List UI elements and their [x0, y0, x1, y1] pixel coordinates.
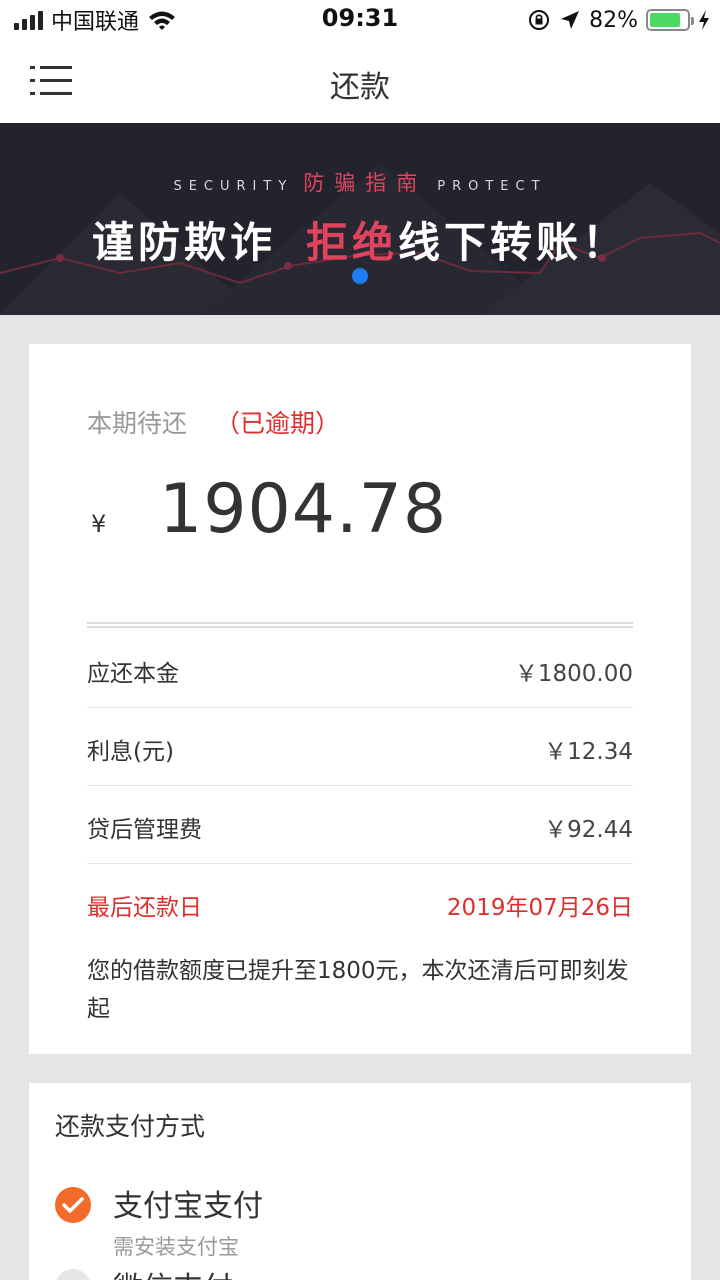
battery-icon — [646, 9, 694, 31]
row-value: ￥12.34 — [544, 739, 633, 765]
banner-main-tail: 线下转账！ — [398, 218, 629, 267]
status-bar: 中国联通 09:31 82% — [0, 0, 720, 40]
banner-sub-right: PROTECT — [437, 179, 547, 194]
carousel-indicator[interactable] — [352, 268, 368, 284]
credit-note: 您的借款额度已提升至1800元，本次还清后可即刻发起 — [87, 958, 629, 1022]
due-date-value: 2019年07月26日 — [446, 895, 633, 921]
charging-icon — [699, 10, 709, 30]
row-label: 应还本金 — [87, 661, 179, 687]
battery-percent: 82% — [589, 7, 638, 33]
row-label: 利息(元) — [87, 739, 174, 765]
row-value: ￥1800.00 — [514, 661, 633, 687]
nav-bar: 还款 — [0, 40, 720, 123]
due-amount: 1904.78 — [159, 470, 448, 549]
bill-card: 本期待还 （已逾期） ¥ 1904.78 应还本金 ￥1800.00 利息(元)… — [29, 344, 691, 1054]
banner-highlight: 拒绝 — [305, 218, 398, 267]
page-title: 还款 — [330, 70, 390, 105]
overdue-badge: （已逾期） — [215, 409, 341, 438]
bill-row-fee: 贷后管理费 ￥92.44 — [87, 786, 633, 864]
row-value: ￥92.44 — [544, 817, 633, 843]
check-icon[interactable] — [55, 1187, 91, 1223]
alipay-option[interactable]: 支付宝支付 — [113, 1181, 263, 1225]
payment-card: 还款支付方式 支付宝支付 需安装支付宝 微信支付 — [29, 1083, 691, 1280]
bill-row-principal: 应还本金 ￥1800.00 — [87, 630, 633, 708]
banner-main-text: 谨防欺诈 — [91, 218, 276, 267]
banner-sub-cn: 防骗指南 — [303, 171, 428, 195]
alipay-desc: 需安装支付宝 — [113, 1235, 239, 1259]
banner-sub-left: SECURITY — [173, 179, 294, 194]
wechat-option[interactable]: 微信支付 — [113, 1263, 233, 1280]
bill-row-interest: 利息(元) ￥12.34 — [87, 708, 633, 786]
bill-row-due-date: 最后还款日 2019年07月26日 — [87, 864, 633, 942]
row-label: 贷后管理费 — [87, 817, 202, 843]
location-icon — [561, 11, 580, 29]
security-banner[interactable]: SECURITY 防骗指南 PROTECT 谨防欺诈 拒绝线下转账！ — [0, 123, 720, 315]
payment-title: 还款支付方式 — [55, 1112, 206, 1141]
due-date-label: 最后还款日 — [87, 895, 202, 921]
radio-icon[interactable] — [55, 1269, 91, 1280]
due-label: 本期待还 — [87, 409, 188, 438]
banner-headline: 谨防欺诈 拒绝线下转账！ — [0, 209, 720, 270]
banner-subtitle: SECURITY 防骗指南 PROTECT — [0, 167, 720, 197]
currency-symbol: ¥ — [91, 510, 107, 538]
orientation-lock-icon — [529, 10, 550, 30]
divider — [87, 622, 633, 628]
